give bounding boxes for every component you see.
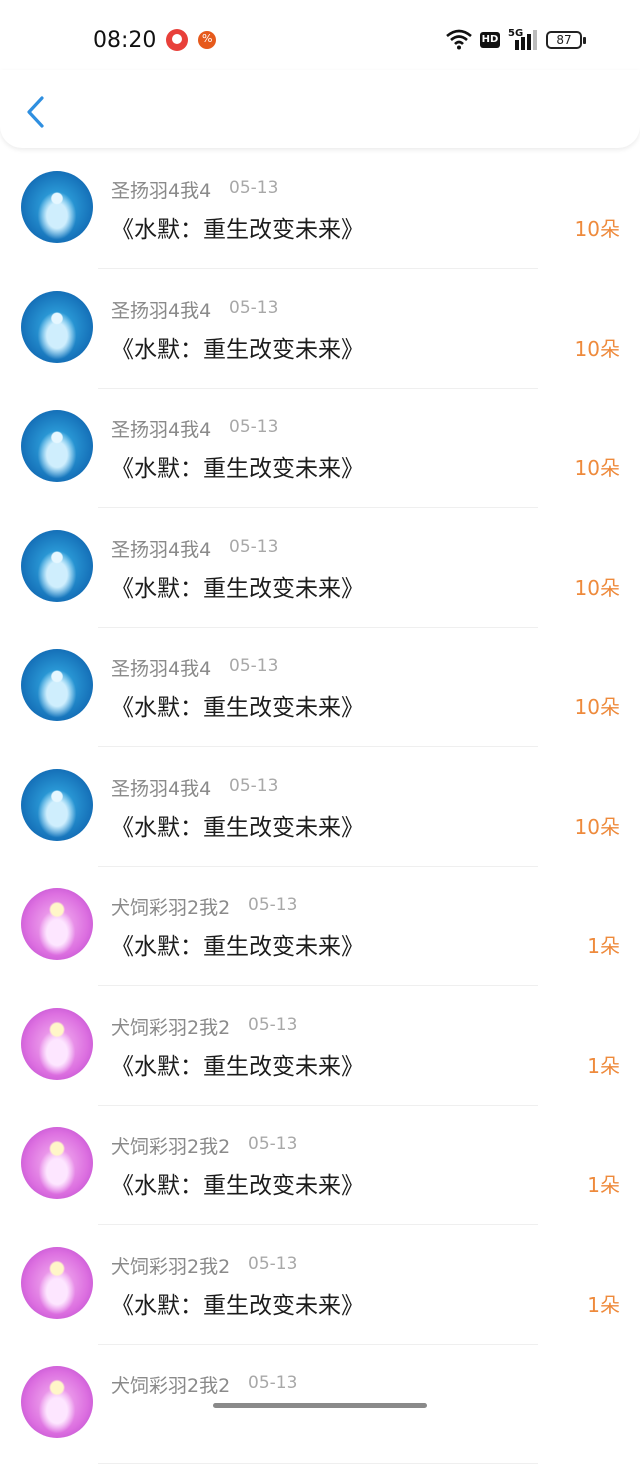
book-title[interactable]: 《水默：重生改变未来》 xyxy=(111,1286,364,1320)
flower-count: 10朵 xyxy=(574,695,620,719)
avatar[interactable] xyxy=(21,290,93,363)
wifi-icon xyxy=(446,29,472,50)
date-label: 05-13 xyxy=(248,1373,298,1393)
status-time: 08:20 xyxy=(93,28,157,53)
avatar[interactable] xyxy=(21,1246,93,1319)
list-item[interactable]: 圣扬羽4我4 05-13 《水默：重生改变未来》 10朵 xyxy=(0,150,640,270)
username: 犬饲彩羽2我2 xyxy=(111,1255,231,1278)
flower-count: 10朵 xyxy=(574,456,620,480)
book-title[interactable]: 《水默：重生改变未来》 xyxy=(111,1047,364,1081)
username: 犬饲彩羽2我2 xyxy=(111,897,231,919)
home-indicator xyxy=(213,1403,427,1408)
flower-count: 10朵 xyxy=(574,575,620,600)
back-button[interactable] xyxy=(22,94,50,130)
flower-count: 1朵 xyxy=(587,1173,620,1197)
date-label: 05-13 xyxy=(229,178,279,198)
username: 圣扬羽4我4 xyxy=(111,299,212,322)
list-item[interactable]: 犬饲彩羽2我2 05-13 《水默：重生改变未来》 1朵 xyxy=(0,1106,640,1226)
list-item[interactable]: 圣扬羽4我4 05-13 《水默：重生改变未来》 10朵 xyxy=(0,628,640,748)
avatar[interactable] xyxy=(21,529,93,602)
username: 圣扬羽4我4 xyxy=(111,538,212,561)
discount-app-icon xyxy=(198,31,216,49)
flower-count: 10朵 xyxy=(574,336,620,361)
date-label: 05-13 xyxy=(229,656,279,676)
status-bar: 08:20 HD 5G 87 xyxy=(0,0,640,80)
username: 圣扬羽4我4 xyxy=(111,777,212,800)
avatar[interactable] xyxy=(21,1127,93,1199)
list-item[interactable]: 圣扬羽4我4 05-13 《水默：重生改变未来》 10朵 xyxy=(0,389,640,509)
avatar[interactable] xyxy=(21,1007,93,1080)
flower-count: 1朵 xyxy=(587,934,620,958)
list-item[interactable]: 犬饲彩羽2我2 05-13 《水默：重生改变未来》 1朵 xyxy=(0,987,640,1107)
username: 犬饲彩羽2我2 xyxy=(111,1136,231,1158)
avatar[interactable] xyxy=(21,649,93,721)
flower-record-list: 圣扬羽4我4 05-13 《水默：重生改变未来》 10朵 圣扬羽4我4 05-1… xyxy=(0,150,640,1465)
date-label: 05-13 xyxy=(229,297,279,318)
username: 圣扬羽4我4 xyxy=(111,180,212,202)
date-label: 05-13 xyxy=(248,1253,298,1274)
date-label: 05-13 xyxy=(229,536,279,557)
chevron-left-icon xyxy=(27,96,44,128)
book-title[interactable]: 《水默：重生改变未来》 xyxy=(111,569,364,603)
flower-count: 10朵 xyxy=(574,217,620,241)
flower-count: 10朵 xyxy=(574,814,620,839)
flower-count: 1朵 xyxy=(587,1292,620,1317)
hd-badge: HD xyxy=(480,32,500,48)
divider xyxy=(98,1463,538,1464)
nav-bar xyxy=(0,70,640,148)
book-title[interactable]: 《水默：重生改变未来》 xyxy=(111,210,364,244)
avatar[interactable] xyxy=(21,1366,93,1438)
book-title[interactable]: 《水默：重生改变未来》 xyxy=(111,449,364,483)
signal-icon xyxy=(515,30,537,50)
date-label: 05-13 xyxy=(248,1014,298,1035)
book-title[interactable]: 《水默：重生改变未来》 xyxy=(111,927,364,961)
list-item[interactable]: 犬饲彩羽2我2 05-13 《水默：重生改变未来》 1朵 xyxy=(0,867,640,987)
flower-count: 1朵 xyxy=(587,1053,620,1078)
username: 圣扬羽4我4 xyxy=(111,658,212,680)
avatar[interactable] xyxy=(21,171,93,243)
list-item[interactable]: 圣扬羽4我4 05-13 《水默：重生改变未来》 10朵 xyxy=(0,748,640,868)
username: 犬饲彩羽2我2 xyxy=(111,1375,231,1397)
username: 犬饲彩羽2我2 xyxy=(111,1016,231,1039)
book-title[interactable]: 《水默：重生改变未来》 xyxy=(111,808,364,842)
book-title[interactable]: 《水默：重生改变未来》 xyxy=(111,688,364,722)
avatar[interactable] xyxy=(21,768,93,841)
book-title[interactable]: 《水默：重生改变未来》 xyxy=(111,1166,364,1200)
avatar[interactable] xyxy=(21,410,93,482)
date-label: 05-13 xyxy=(229,775,279,796)
list-item[interactable]: 圣扬羽4我4 05-13 《水默：重生改变未来》 10朵 xyxy=(0,270,640,390)
book-title[interactable]: 《水默：重生改变未来》 xyxy=(111,330,364,364)
battery-indicator: 87 xyxy=(546,31,586,49)
date-label: 05-13 xyxy=(248,1134,298,1154)
list-item[interactable]: 圣扬羽4我4 05-13 《水默：重生改变未来》 10朵 xyxy=(0,509,640,629)
date-label: 05-13 xyxy=(248,895,298,915)
list-item[interactable]: 犬饲彩羽2我2 05-13 《水默：重生改变未来》 1朵 xyxy=(0,1226,640,1346)
map-app-icon xyxy=(166,29,188,51)
avatar[interactable] xyxy=(21,888,93,960)
date-label: 05-13 xyxy=(229,417,279,437)
username: 圣扬羽4我4 xyxy=(111,419,212,441)
